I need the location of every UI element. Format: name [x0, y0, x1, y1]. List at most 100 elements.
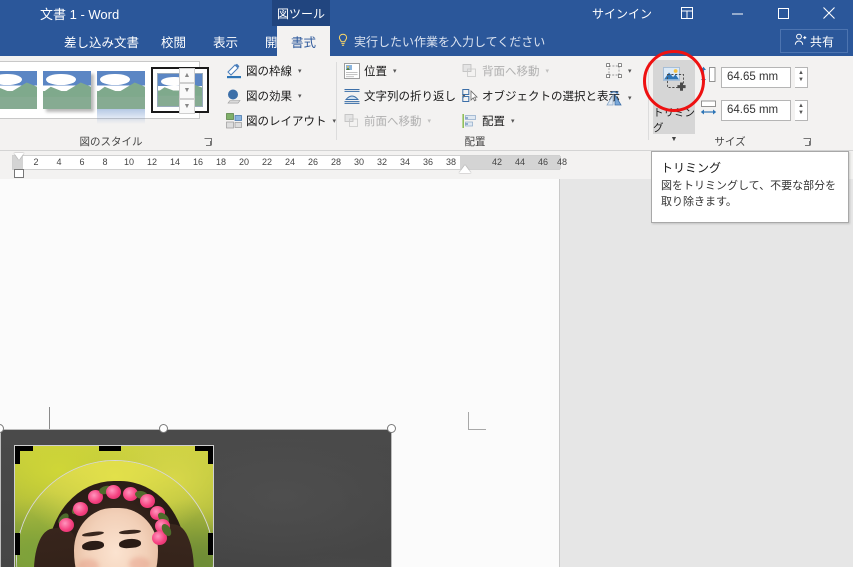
shape-height-spinner[interactable]: ▲ ▼: [795, 66, 808, 88]
portrait-cheek-right: [128, 557, 151, 567]
share-button[interactable]: 共有: [780, 29, 848, 53]
crop-dropdown-arrow[interactable]: ▼: [671, 136, 678, 143]
chevron-down-icon[interactable]: ▾: [298, 67, 302, 75]
chevron-down-icon[interactable]: ▾: [628, 67, 632, 75]
tab-format[interactable]: 書式: [277, 26, 330, 56]
sign-in-button[interactable]: サインイン: [592, 5, 652, 22]
picture-border-button[interactable]: 図の枠線 ▾: [226, 60, 302, 82]
ruler-tick-18: 18: [215, 157, 227, 167]
ruler-strip[interactable]: 2 4 6 8 10 12 14 16 18 20 22 24 26 28 30…: [12, 155, 567, 170]
send-backward-button[interactable]: 背面へ移動 ▾: [462, 60, 549, 82]
ruler-tick-6: 6: [79, 157, 85, 167]
rotate-objects-button[interactable]: ▾: [606, 87, 632, 109]
crop-handle-right[interactable]: [208, 533, 213, 555]
shape-width-spinner[interactable]: ▲ ▼: [795, 99, 808, 121]
spinner-up-arrow[interactable]: ▲: [798, 70, 804, 77]
position-label: 位置: [364, 66, 387, 78]
crop-handle-top[interactable]: [99, 446, 121, 451]
contextual-tab-group-label: 図ツール: [272, 0, 330, 26]
shape-height-input[interactable]: 64.65 mm: [721, 66, 791, 88]
right-indent-marker[interactable]: [459, 165, 471, 173]
selection-pane-icon: [462, 88, 478, 104]
ruler-tick-28: 28: [330, 157, 342, 167]
ruler-tick-12: 12: [146, 157, 158, 167]
align-button[interactable]: 配置 ▾: [462, 110, 515, 132]
close-button[interactable]: [806, 0, 852, 26]
ribbon-display-options-icon[interactable]: [675, 3, 699, 23]
group-objects-button[interactable]: ▾: [606, 60, 632, 82]
document-page[interactable]: [0, 179, 560, 567]
ruler-tick-42: 42: [491, 157, 503, 167]
margin-corner-mark: [468, 412, 486, 430]
maximize-button[interactable]: [760, 0, 806, 26]
ribbon-tab-strip: 差し込み文書 校閲 表示 開発 書式 実行したい作業を入力してください: [0, 26, 853, 56]
shape-width-control: 64.65 mm ▲ ▼: [700, 99, 808, 121]
gallery-scroll-up-button[interactable]: ▲: [179, 68, 195, 84]
selection-pane-button[interactable]: オブジェクトの選択と表示: [462, 85, 620, 107]
ruler-tick-34: 34: [399, 157, 411, 167]
tooltip-title: トリミング: [661, 161, 722, 175]
size-dialog-launcher[interactable]: [802, 138, 813, 149]
crop-handle-top-right[interactable]: [208, 446, 213, 464]
chevron-down-icon[interactable]: ▾: [428, 117, 432, 125]
first-line-indent-marker[interactable]: [14, 153, 24, 160]
selection-handle-top-center[interactable]: [159, 424, 168, 433]
shape-width-input[interactable]: 64.65 mm: [721, 99, 791, 121]
chevron-down-icon[interactable]: ▾: [511, 117, 515, 125]
picture-effects-icon: [226, 88, 242, 104]
crop-handle-top-left[interactable]: [15, 446, 20, 464]
wrap-text-button[interactable]: 文字列の折り返し ▾: [344, 85, 466, 107]
picture-styles-gallery[interactable]: ▲ ▼ ▼: [0, 61, 209, 125]
ruler-tick-2: 2: [33, 157, 39, 167]
position-icon: [344, 63, 360, 79]
ribbon-group-label-picture-styles: 図のスタイル: [79, 136, 143, 148]
gallery-scroll-buttons: ▲ ▼ ▼: [179, 68, 195, 114]
gallery-more-button[interactable]: ▼: [179, 98, 195, 114]
ruler-tick-36: 36: [422, 157, 434, 167]
chevron-down-icon[interactable]: ▾: [628, 94, 632, 102]
ruler-tick-26: 26: [307, 157, 319, 167]
person-add-icon: [794, 33, 807, 49]
ruler-tick-48: 48: [556, 157, 568, 167]
position-button[interactable]: 位置 ▾: [344, 60, 397, 82]
document-title: 文書 1 - Word: [40, 7, 120, 22]
ruler-tick-14: 14: [169, 157, 181, 167]
gallery-scroll-down-button[interactable]: ▼: [179, 83, 195, 99]
picture-layout-button[interactable]: 図のレイアウト ▾: [226, 110, 336, 132]
bring-forward-button[interactable]: 前面へ移動 ▾: [344, 110, 431, 132]
ruler-tick-46: 46: [537, 157, 549, 167]
tell-me-search[interactable]: 実行したい作業を入力してください: [337, 26, 545, 56]
spinner-up-arrow[interactable]: ▲: [798, 103, 804, 110]
picture-layout-label: 図のレイアウト: [246, 116, 327, 128]
ruler-tick-16: 16: [192, 157, 204, 167]
chevron-down-icon[interactable]: ▾: [393, 67, 397, 75]
shape-height-control: 64.65 mm ▲ ▼: [700, 66, 808, 88]
cropped-portrait-picture[interactable]: [0, 424, 396, 567]
picture-effects-button[interactable]: 図の効果 ▾: [226, 85, 302, 107]
portrait-flower-crown: [54, 484, 179, 552]
crop-handle-left[interactable]: [15, 533, 20, 555]
selection-handle-top-right[interactable]: [387, 424, 396, 433]
chevron-down-icon[interactable]: ▾: [298, 92, 302, 100]
left-indent-marker[interactable]: [14, 169, 24, 178]
annotation-circle-crop: [643, 50, 705, 112]
minimize-button[interactable]: [714, 0, 760, 26]
tab-review[interactable]: 校閲: [152, 26, 195, 56]
portrait-cheek-left: [77, 559, 100, 567]
align-label: 配置: [482, 116, 505, 128]
tab-mailings[interactable]: 差し込み文書: [55, 26, 148, 56]
spinner-down-arrow[interactable]: ▼: [798, 77, 804, 84]
picture-style-reflection[interactable]: [97, 71, 145, 125]
picture-border-label: 図の枠線: [246, 66, 292, 78]
chevron-down-icon[interactable]: ▾: [546, 67, 550, 75]
picture-style-shadow[interactable]: [43, 71, 91, 109]
spinner-down-arrow[interactable]: ▼: [798, 110, 804, 117]
ribbon-group-label-size: サイズ: [714, 136, 746, 148]
word-window: 文書 1 - Word 図ツール サインイン 差し込み文書 校閲 表示 書式 実…: [0, 0, 853, 567]
bring-forward-icon: [344, 113, 360, 129]
selection-pane-label: オブジェクトの選択と表示: [482, 91, 620, 103]
picture-style-plain[interactable]: [0, 71, 37, 109]
tab-view[interactable]: 表示: [204, 26, 247, 56]
crop-region[interactable]: [14, 445, 214, 567]
wrap-text-label: 文字列の折り返し: [364, 91, 456, 103]
